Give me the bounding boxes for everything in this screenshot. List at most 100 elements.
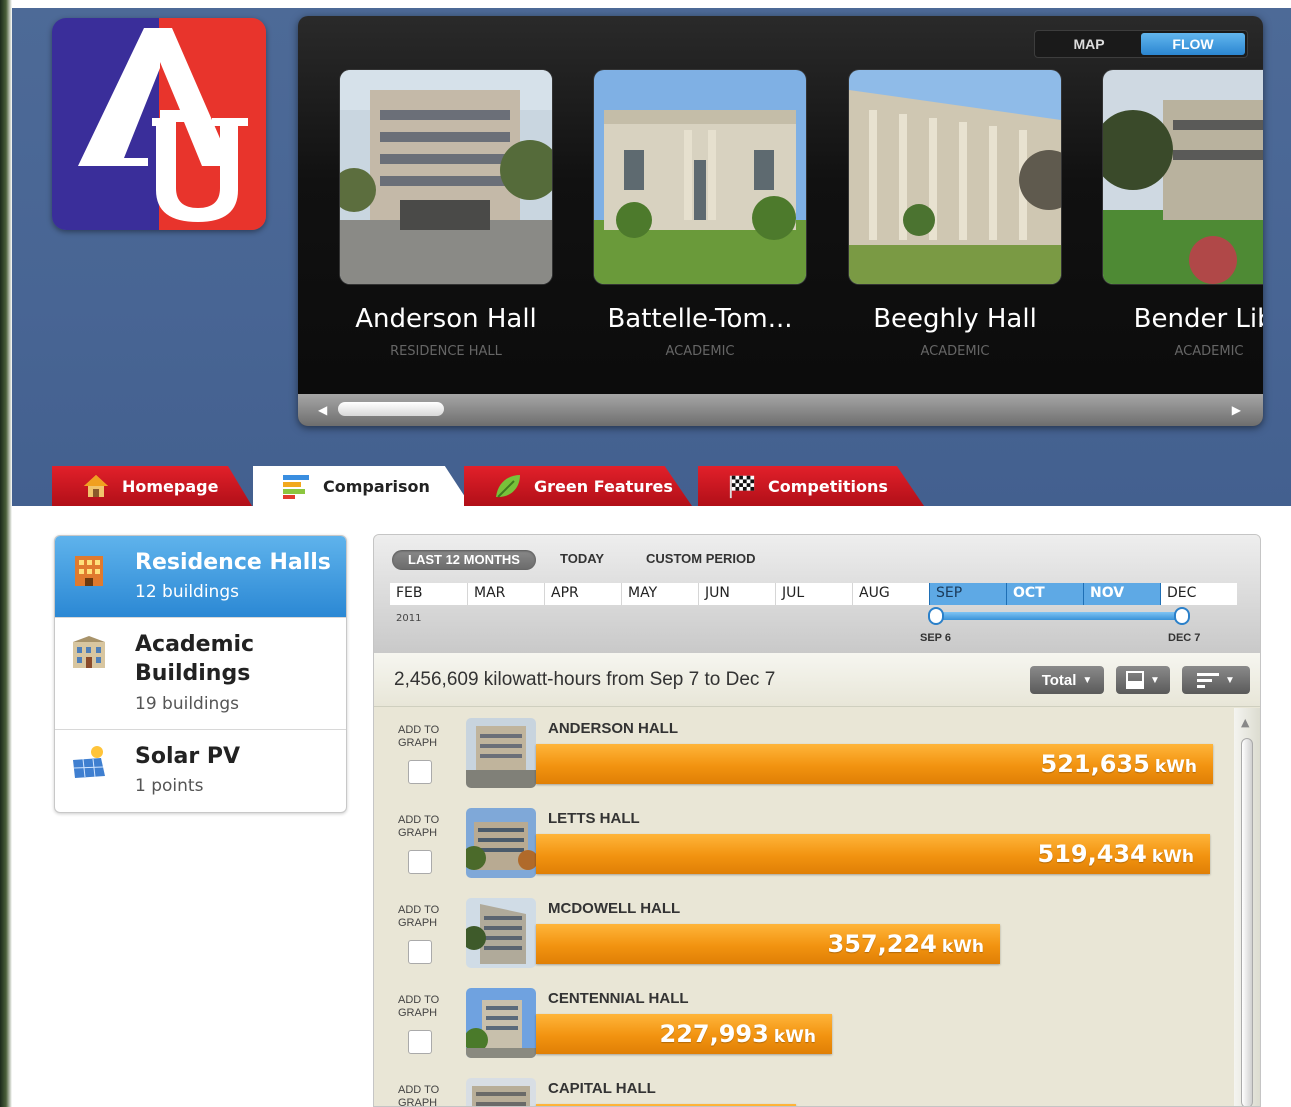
- add-to-graph-label: ADD TO GRAPH: [398, 904, 440, 929]
- map-view-button[interactable]: MAP: [1037, 33, 1141, 55]
- top-strip: [0, 0, 1291, 8]
- solar-panel-icon: [73, 746, 105, 778]
- summary-bar: 2,456,609 kilowatt-hours from Sep 7 to D…: [374, 653, 1260, 707]
- list-item: ADD TO GRAPH LETTS HALL 519,434 kWh: [374, 798, 1234, 888]
- comparison-panel: LAST 12 MONTHS TODAY CUSTOM PERIOD FEB M…: [373, 534, 1261, 1107]
- category-academic-buildings[interactable]: Academic Buildings 19 buildings: [55, 618, 346, 730]
- range-start-handle[interactable]: [928, 607, 944, 625]
- energy-bar[interactable]: 227,993 kWh: [536, 1014, 832, 1054]
- tab-homepage[interactable]: Homepage: [52, 466, 252, 506]
- time-range-bar: LAST 12 MONTHS TODAY CUSTOM PERIOD FEB M…: [374, 535, 1260, 653]
- tab-comparison[interactable]: Comparison: [253, 466, 471, 506]
- building-photo: [340, 70, 552, 284]
- energy-bar[interactable]: 521,635 kWh: [536, 744, 1213, 784]
- energy-value: 521,635: [1040, 750, 1150, 778]
- total-label: Total: [1041, 671, 1077, 689]
- range-end-handle[interactable]: [1174, 607, 1190, 625]
- scroll-right-arrow-icon[interactable]: ▶: [1232, 403, 1241, 417]
- tab-label: Competitions: [768, 476, 888, 496]
- energy-bar[interactable]: 519,434 kWh: [536, 834, 1210, 874]
- carousel-card-battelle[interactable]: [594, 70, 806, 284]
- building-thumbnail: [466, 898, 536, 968]
- carousel-card-anderson[interactable]: [340, 70, 552, 284]
- scroll-left-arrow-icon[interactable]: ◀: [318, 403, 327, 417]
- building-photo: [1103, 70, 1263, 284]
- category-count: 12 buildings: [135, 582, 239, 602]
- period-custom-button[interactable]: CUSTOM PERIOD: [646, 551, 756, 566]
- carousel-type-2: ACADEMIC: [665, 344, 735, 359]
- left-edge-decoration: [0, 0, 12, 1107]
- building-thumbnail: [466, 1078, 536, 1106]
- month-label: APR: [544, 583, 621, 605]
- month-label: MAR: [467, 583, 544, 605]
- scroll-up-arrow-icon[interactable]: ▲: [1241, 716, 1249, 729]
- building-photo: [594, 70, 806, 284]
- category-solar-pv[interactable]: Solar PV 1 points: [55, 730, 346, 812]
- add-to-graph-checkbox[interactable]: [408, 850, 432, 874]
- dropdown-arrow-icon: ▼: [1225, 674, 1235, 686]
- period-last-12-months-button[interactable]: LAST 12 MONTHS: [392, 550, 536, 570]
- building-name: CAPITAL HALL: [548, 1080, 656, 1097]
- dropdown-arrow-icon: ▼: [1082, 674, 1093, 686]
- category-title: Residence Halls: [135, 550, 331, 575]
- dropdown-arrow-icon: ▼: [1150, 674, 1160, 686]
- category-list: Residence Halls 12 buildings Academic Bu…: [54, 535, 347, 813]
- au-logo[interactable]: [52, 18, 266, 230]
- category-title: Solar PV: [135, 744, 241, 769]
- add-to-graph-checkbox[interactable]: [408, 760, 432, 784]
- energy-unit: kWh: [1154, 757, 1197, 777]
- building-thumbnail: [466, 718, 536, 788]
- add-to-graph-label: ADD TO GRAPH: [398, 994, 440, 1019]
- range-end-label: DEC 7: [1168, 632, 1201, 644]
- tab-label: Comparison: [323, 476, 430, 496]
- energy-value: 519,434: [1037, 840, 1147, 868]
- layout-dropdown[interactable]: ▼: [1116, 666, 1170, 694]
- tab-label: Homepage: [122, 476, 219, 496]
- add-to-graph-label: ADD TO GRAPH: [398, 1084, 440, 1107]
- academic-building-icon: [73, 636, 105, 668]
- view-toggle: MAP FLOW: [1034, 30, 1248, 58]
- carousel-title-2: Battelle-Tom...: [607, 304, 793, 334]
- tab-green-features[interactable]: Green Features: [464, 466, 692, 506]
- carousel-card-bender[interactable]: [1103, 70, 1263, 284]
- tab-label: Green Features: [534, 476, 673, 496]
- comparison-bars-icon: [283, 472, 311, 500]
- list-scrollbar[interactable]: ▲: [1234, 708, 1260, 1106]
- building-name: CENTENNIAL HALL: [548, 990, 689, 1007]
- list-scroll-thumb[interactable]: [1241, 738, 1253, 1106]
- month-label: SEP: [929, 583, 1006, 605]
- carousel-title-1: Anderson Hall: [355, 304, 537, 334]
- residence-building-icon: [75, 556, 103, 586]
- carousel-scrollbar[interactable]: ◀ ▶: [298, 394, 1263, 426]
- carousel-title-4: Bender Libr: [1133, 304, 1263, 334]
- add-to-graph-checkbox[interactable]: [408, 940, 432, 964]
- checkered-flag-icon: [728, 472, 756, 500]
- building-carousel: MAP FLOW Anderson Hall RESIDENCE HALL Ba…: [298, 16, 1263, 426]
- energy-summary-text: 2,456,609 kilowatt-hours from Sep 7 to D…: [394, 669, 776, 690]
- home-icon: [82, 472, 110, 500]
- sort-icon: [1197, 673, 1220, 688]
- add-to-graph-checkbox[interactable]: [408, 1030, 432, 1054]
- category-residence-halls[interactable]: Residence Halls 12 buildings: [55, 536, 346, 618]
- carousel-card-beeghly[interactable]: [849, 70, 1061, 284]
- energy-value: 357,224: [827, 930, 937, 958]
- au-monogram-icon: [78, 28, 248, 222]
- add-to-graph-label: ADD TO GRAPH: [398, 724, 440, 749]
- building-thumbnail: [466, 808, 536, 878]
- building-name: ANDERSON HALL: [548, 720, 678, 737]
- range-slider-track: [934, 612, 1180, 620]
- leaf-icon: [494, 472, 522, 500]
- month-label: MAY: [621, 583, 698, 605]
- energy-unit: kWh: [941, 937, 984, 957]
- period-today-button[interactable]: TODAY: [560, 551, 604, 566]
- carousel-scroll-thumb[interactable]: [338, 402, 444, 416]
- energy-bar[interactable]: 357,224 kWh: [536, 924, 1000, 964]
- flow-view-button[interactable]: FLOW: [1141, 33, 1245, 55]
- building-name: MCDOWELL HALL: [548, 900, 681, 917]
- tab-competitions[interactable]: Competitions: [698, 466, 924, 506]
- total-dropdown[interactable]: Total ▼: [1030, 666, 1104, 694]
- month-label: OCT: [1006, 583, 1083, 605]
- sort-dropdown[interactable]: ▼: [1182, 666, 1250, 694]
- carousel-type-4: ACADEMIC: [1174, 344, 1244, 359]
- building-name: LETTS HALL: [548, 810, 640, 827]
